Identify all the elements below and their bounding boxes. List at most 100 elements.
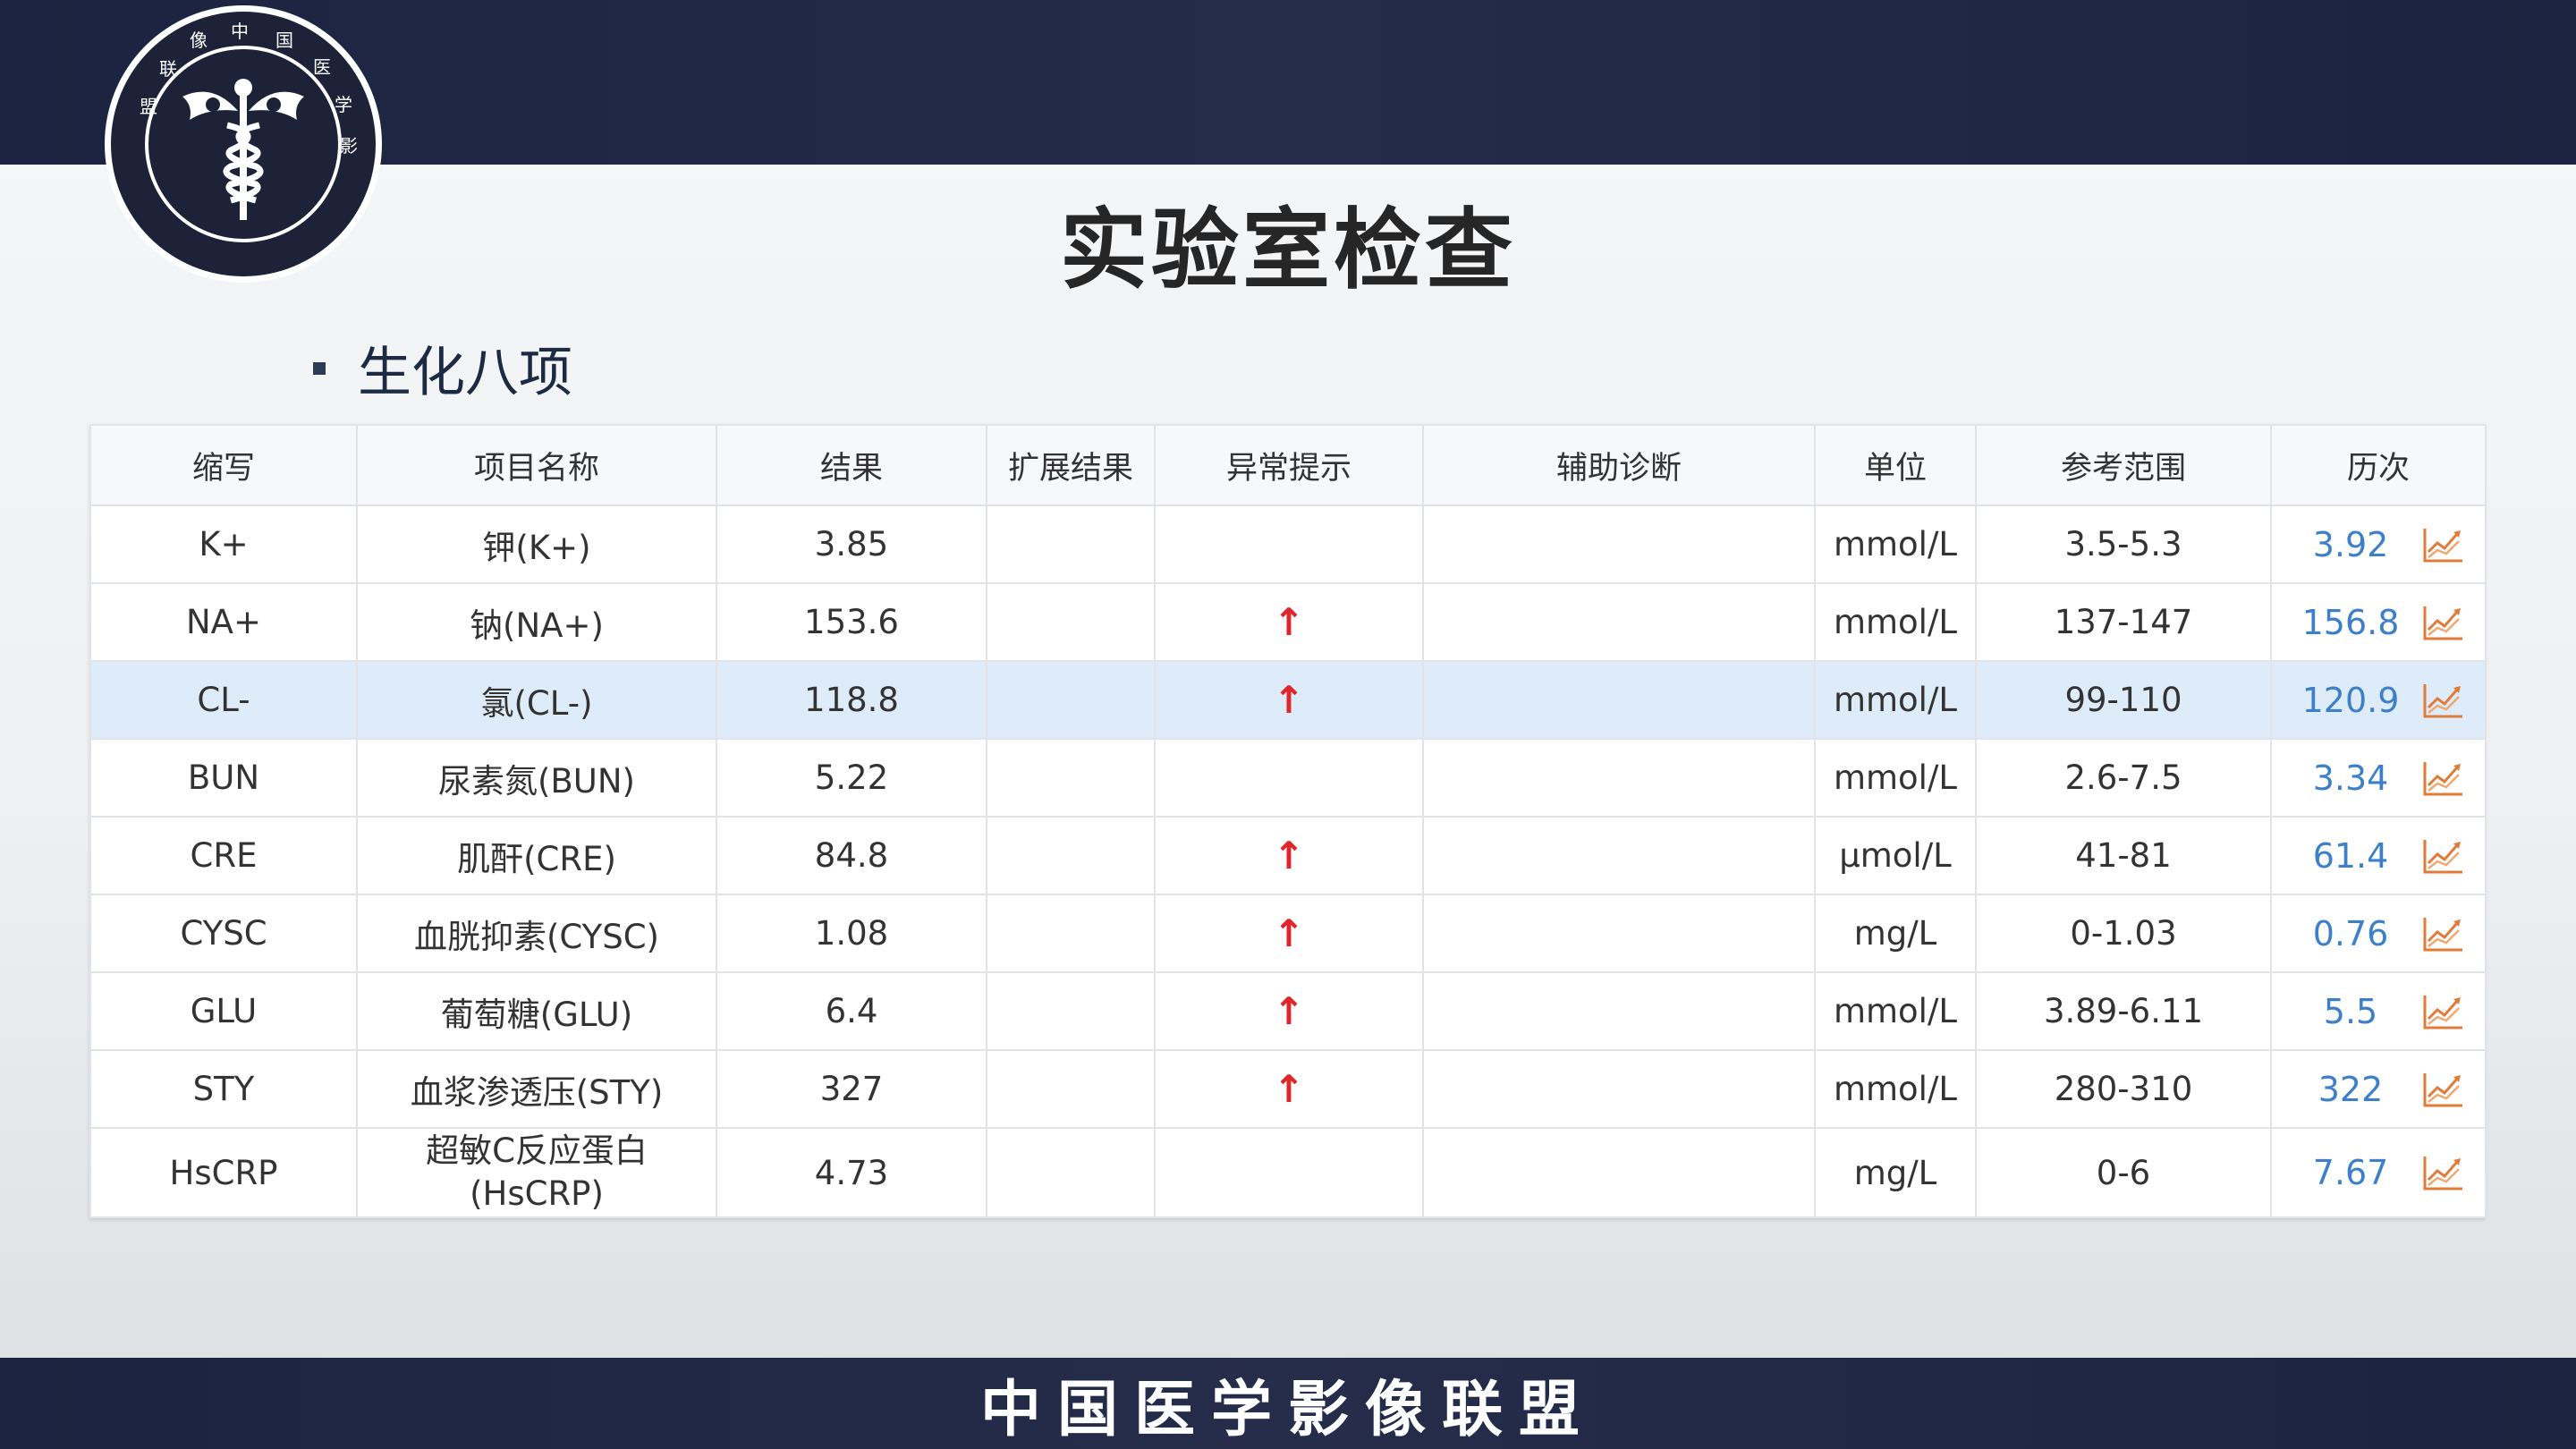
history-value[interactable]: 156.8 — [2292, 603, 2409, 642]
trend-chart-icon[interactable] — [2421, 1153, 2464, 1192]
svg-text:像: 像 — [190, 30, 208, 51]
cell-range: 99-110 — [1975, 660, 2272, 740]
page-title: 实验室检查 — [1059, 199, 1516, 301]
table-row[interactable]: BUN 尿素氮(BUN) 5.22 mmol/L 2.6-7.5 3.34 — [89, 738, 2487, 818]
cell-aux — [1422, 894, 1816, 973]
history-value[interactable]: 120.9 — [2292, 681, 2409, 720]
header-abbr[interactable]: 缩写 — [89, 424, 358, 506]
cell-ext — [986, 504, 1156, 584]
cell-name-line1: 超敏C反应蛋白 — [426, 1131, 648, 1170]
history-value[interactable]: 61.4 — [2292, 836, 2409, 876]
cell-abbr: NA+ — [89, 582, 358, 662]
square-bullet-icon — [313, 361, 326, 375]
header-result[interactable]: 结果 — [716, 424, 987, 506]
history-value[interactable]: 3.34 — [2292, 758, 2409, 798]
trend-chart-icon[interactable] — [2421, 603, 2464, 642]
section-heading: 生化八项 — [313, 329, 572, 407]
cell-unit: mmol/L — [1814, 1049, 1977, 1129]
table-row[interactable]: HsCRP 超敏C反应蛋白 (HsCRP) 4.73 mg/L 0-6 7.67 — [89, 1127, 2487, 1218]
cell-range: 0-1.03 — [1975, 894, 2272, 973]
cell-range: 3.5-5.3 — [1975, 504, 2272, 584]
cell-ext — [986, 1049, 1156, 1129]
cell-history: 3.92 — [2270, 504, 2487, 584]
cell-unit: mmol/L — [1814, 738, 1977, 818]
cell-flag — [1154, 504, 1424, 584]
cell-name: 氯(CL-) — [356, 660, 717, 740]
history-value[interactable]: 322 — [2292, 1070, 2409, 1109]
header-aux-diagnosis[interactable]: 辅助诊断 — [1422, 424, 1816, 506]
cell-history: 7.67 — [2270, 1127, 2487, 1218]
svg-text:盟: 盟 — [140, 96, 157, 117]
table-row[interactable]: CRE 肌酐(CRE) 84.8 ↑ μmol/L 41-81 61.4 — [89, 816, 2487, 895]
header-range[interactable]: 参考范围 — [1975, 424, 2272, 506]
cell-ext — [986, 738, 1156, 818]
table-row[interactable]: NA+ 钠(NA+) 153.6 ↑ mmol/L 137-147 156.8 — [89, 582, 2487, 662]
header-history[interactable]: 历次 — [2270, 424, 2487, 506]
history-value[interactable]: 3.92 — [2292, 525, 2409, 564]
trend-chart-icon[interactable] — [2421, 1070, 2464, 1109]
cell-result: 118.8 — [716, 660, 987, 740]
cell-unit: mmol/L — [1814, 660, 1977, 740]
trend-chart-icon[interactable] — [2421, 525, 2464, 564]
trend-chart-icon[interactable] — [2421, 758, 2464, 798]
header-name[interactable]: 项目名称 — [356, 424, 717, 506]
cell-range: 137-147 — [1975, 582, 2272, 662]
cell-result: 6.4 — [716, 971, 987, 1051]
cell-ext — [986, 1127, 1156, 1218]
trend-chart-icon[interactable] — [2421, 914, 2464, 953]
cell-aux — [1422, 816, 1816, 895]
cell-range: 2.6-7.5 — [1975, 738, 2272, 818]
cell-unit: mmol/L — [1814, 504, 1977, 584]
footer-title: 中国医学影像联盟 — [979, 1373, 1596, 1445]
trend-chart-icon[interactable] — [2421, 992, 2464, 1031]
history-value[interactable]: 0.76 — [2292, 914, 2409, 953]
cell-flag: ↑ — [1154, 971, 1424, 1051]
cell-history: 322 — [2270, 1049, 2487, 1129]
header-flag[interactable]: 异常提示 — [1154, 424, 1424, 506]
cell-flag: ↑ — [1154, 894, 1424, 973]
cell-name: 钾(K+) — [356, 504, 717, 584]
cell-abbr: HsCRP — [89, 1127, 358, 1218]
cell-abbr: CL- — [89, 660, 358, 740]
table-header-row: 缩写 项目名称 结果 扩展结果 异常提示 辅助诊断 单位 参考范围 历次 — [89, 424, 2487, 506]
cell-history: 120.9 — [2270, 660, 2487, 740]
cell-name-line2: (HsCRP) — [470, 1174, 604, 1213]
cell-range: 3.89-6.11 — [1975, 971, 2272, 1051]
header-unit[interactable]: 单位 — [1814, 424, 1977, 506]
cell-flag — [1154, 1127, 1424, 1218]
section-label: 生化八项 — [358, 342, 572, 404]
svg-text:医: 医 — [313, 56, 331, 78]
header-ext-result[interactable]: 扩展结果 — [986, 424, 1156, 506]
cell-ext — [986, 971, 1156, 1051]
trend-chart-icon[interactable] — [2421, 836, 2464, 876]
trend-chart-icon[interactable] — [2421, 681, 2464, 720]
cell-aux — [1422, 504, 1816, 584]
svg-text:中: 中 — [231, 21, 249, 42]
table-row[interactable]: K+ 钾(K+) 3.85 mmol/L 3.5-5.3 3.92 — [89, 504, 2487, 584]
svg-text:联: 联 — [159, 58, 177, 80]
cell-aux — [1422, 582, 1816, 662]
cell-history: 61.4 — [2270, 816, 2487, 895]
table-row[interactable]: CYSC 血胱抑素(CYSC) 1.08 ↑ mg/L 0-1.03 0.76 — [89, 894, 2487, 973]
history-value[interactable]: 5.5 — [2292, 992, 2409, 1031]
cell-history: 5.5 — [2270, 971, 2487, 1051]
history-value[interactable]: 7.67 — [2292, 1153, 2409, 1192]
cell-result: 153.6 — [716, 582, 987, 662]
cell-abbr: CRE — [89, 816, 358, 895]
cell-unit: μmol/L — [1814, 816, 1977, 895]
cell-abbr: CYSC — [89, 894, 358, 973]
cell-ext — [986, 894, 1156, 973]
cell-name: 血浆渗透压(STY) — [356, 1049, 717, 1129]
table-row-selected[interactable]: CL- 氯(CL-) 118.8 ↑ mmol/L 99-110 120.9 — [89, 660, 2487, 740]
cell-flag: ↑ — [1154, 582, 1424, 662]
table-row[interactable]: GLU 葡萄糖(GLU) 6.4 ↑ mmol/L 3.89-6.11 5.5 — [89, 971, 2487, 1051]
cell-name: 尿素氮(BUN) — [356, 738, 717, 818]
cell-result: 1.08 — [716, 894, 987, 973]
cell-aux — [1422, 660, 1816, 740]
cell-unit: mg/L — [1814, 1127, 1977, 1218]
table-row[interactable]: STY 血浆渗透压(STY) 327 ↑ mmol/L 280-310 322 — [89, 1049, 2487, 1129]
cell-range: 280-310 — [1975, 1049, 2272, 1129]
cell-history: 3.34 — [2270, 738, 2487, 818]
cell-result: 5.22 — [716, 738, 987, 818]
cell-flag: ↑ — [1154, 660, 1424, 740]
